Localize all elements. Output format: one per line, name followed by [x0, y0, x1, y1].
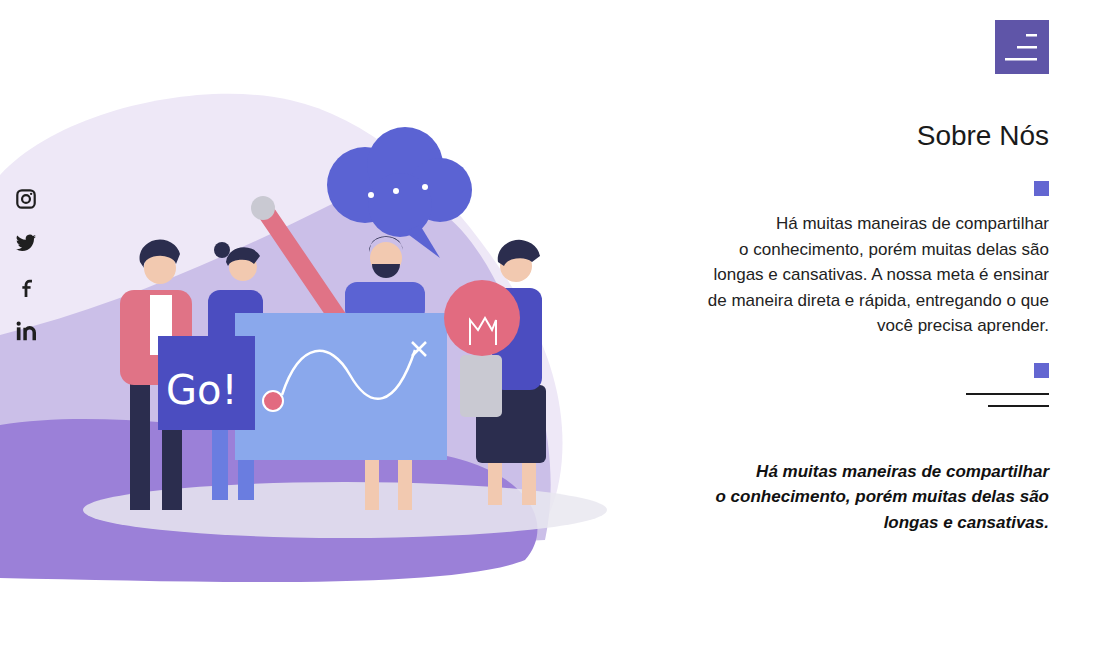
team-illustration: Go! [0, 85, 620, 585]
quote-line: longas e cansativas. [884, 510, 1049, 536]
facebook-icon[interactable] [15, 276, 37, 298]
about-section: Sobre Nós Há muitas maneiras de comparti… [620, 0, 1111, 654]
background-blobs [0, 94, 607, 582]
section-title: Sobre Nós [917, 119, 1049, 153]
accent-square [1034, 181, 1049, 196]
menu-button[interactable] [995, 20, 1049, 74]
sign-text: Go! [166, 367, 238, 413]
go-sign: Go! [158, 336, 255, 430]
linkedin-icon[interactable] [15, 320, 37, 342]
text-line: de maneira direta e rápida, entregando o… [708, 288, 1049, 314]
text-line: longas e cansativas. A nossa meta é ensi… [714, 262, 1049, 288]
accent-square [1034, 363, 1049, 378]
speech-cloud [327, 127, 472, 258]
twitter-icon[interactable] [15, 232, 37, 254]
divider-line [966, 393, 1049, 395]
about-page: Go! Sobre Nós Há muitas maneiras de comp… [0, 0, 1111, 654]
text-line: você precisa aprender. [877, 313, 1049, 339]
text-line: Há muitas maneiras de compartilhar [776, 211, 1049, 237]
quote-text: Há muitas maneiras de compartilharo conh… [716, 459, 1049, 536]
quote-line: Há muitas maneiras de compartilhar [756, 459, 1049, 485]
divider-line [988, 405, 1049, 407]
pencil [251, 196, 338, 318]
text-line: o conhecimento, porém muitas delas são [739, 237, 1049, 263]
menu-icon [995, 20, 1049, 74]
illustration-area: Go! [0, 0, 620, 654]
board [235, 313, 447, 460]
social-links [15, 188, 37, 342]
instagram-icon[interactable] [15, 188, 37, 210]
quote-line: o conhecimento, porém muitas delas são [716, 484, 1049, 510]
light-bulb [444, 280, 520, 417]
about-text: Há muitas maneiras de compartilharo conh… [708, 211, 1049, 339]
